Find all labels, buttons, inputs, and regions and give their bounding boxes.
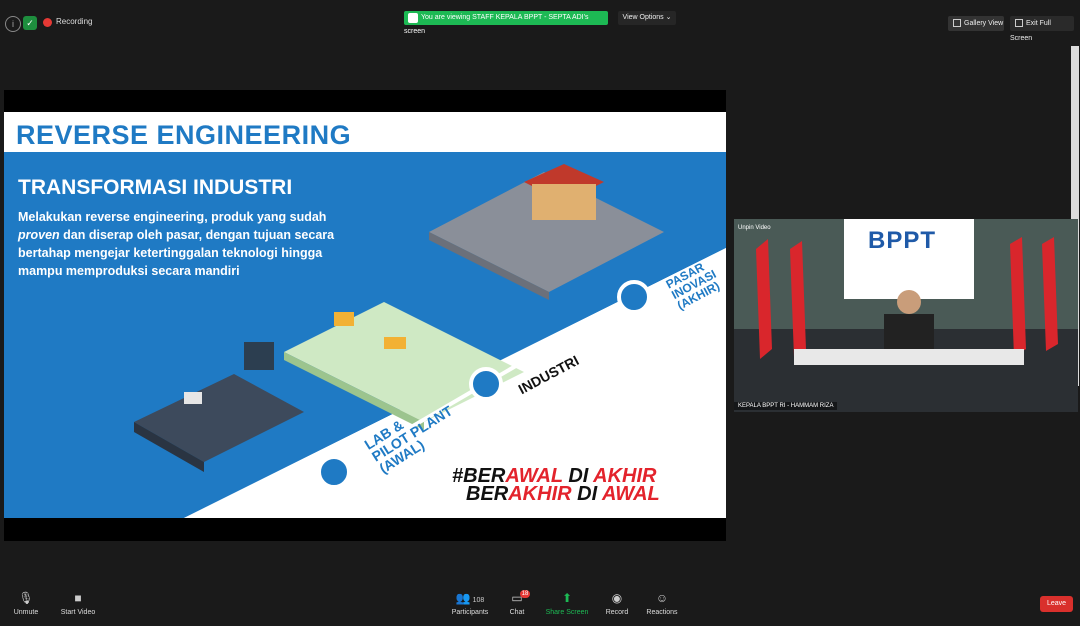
unmute-label: Unmute <box>13 609 39 616</box>
participants-button[interactable]: 👥 108 Participants <box>446 591 494 617</box>
share-icon <box>408 13 418 23</box>
start-video-button[interactable]: ■ Start Video <box>56 591 100 617</box>
shield-icon[interactable]: ✓ <box>23 16 37 30</box>
view-options-button[interactable]: View Options ⌄ <box>618 11 676 25</box>
hashtag-part: DI <box>571 483 602 505</box>
reactions-icon: ☺ <box>655 591 669 605</box>
share-screen-icon: ⬆ <box>561 591 573 605</box>
bppt-logo: BPPT <box>868 227 937 254</box>
presentation-slide: REVERSE ENGINEERING TRANSFORMASI INDUSTR… <box>4 112 726 518</box>
share-screen-button[interactable]: ⬆ Share Screen <box>544 591 590 617</box>
grid-icon <box>953 19 961 28</box>
slide-graphic <box>4 152 726 518</box>
recording-dot-icon <box>43 18 52 27</box>
gallery-view-label: Gallery View <box>964 20 1004 27</box>
slide-subtitle: TRANSFORMASI INDUSTRI <box>18 176 293 199</box>
gallery-view-button[interactable]: Gallery View <box>948 16 1004 31</box>
microphone-muted-icon: 🎙 <box>18 591 34 605</box>
hashtag-part: BER <box>466 483 509 505</box>
record-icon: ◉ <box>611 591 623 605</box>
reactions-button[interactable]: ☺ Reactions <box>644 591 680 617</box>
reactions-label: Reactions <box>646 609 678 616</box>
stage-node-lab <box>317 455 351 489</box>
share-screen-label: Share Screen <box>545 609 589 616</box>
speaker-name-label: KEPALA BPPT RI - HAMMAM RIZA <box>734 402 838 410</box>
bottom-toolbar <box>0 586 1080 626</box>
exit-fullscreen-icon <box>1015 19 1023 28</box>
start-video-label: Start Video <box>60 609 96 616</box>
record-label: Record <box>605 609 629 616</box>
recording-label: Recording <box>56 17 93 26</box>
body-text-emphasis: proven <box>18 228 60 242</box>
stage-node-industri <box>469 367 503 401</box>
info-icon[interactable]: i <box>5 16 21 32</box>
record-button[interactable]: ◉ Record <box>602 591 632 617</box>
unpin-video-button[interactable]: Unpin Video <box>738 225 771 231</box>
chat-label: Chat <box>509 609 525 616</box>
shared-screen: REVERSE ENGINEERING TRANSFORMASI INDUSTR… <box>4 90 726 541</box>
body-text-part: dan diserap oleh pasar, dengan tujuan se… <box>18 228 335 278</box>
body-text-part: Melakukan reverse engineering, produk ya… <box>18 210 327 224</box>
leave-button[interactable]: Leave <box>1040 596 1073 612</box>
video-off-icon: ■ <box>74 591 82 605</box>
participants-label: Participants <box>451 609 489 616</box>
speaker-video[interactable]: BPPT Unpin Video KEPALA BPPT RI - HAMMAM… <box>734 219 1078 412</box>
hashtag-part: AKHIR <box>508 483 572 505</box>
stage-node-pasar <box>617 280 651 314</box>
slide-title: REVERSE ENGINEERING <box>16 120 352 150</box>
hashtag-part: AWAL <box>601 483 660 505</box>
unmute-button[interactable]: 🎙 Unmute <box>8 591 44 617</box>
participants-count: 108 <box>472 597 485 604</box>
slide-body-text: Melakukan reverse engineering, produk ya… <box>18 208 338 280</box>
chat-unread-badge: 18 <box>520 590 530 598</box>
participants-icon: 👥 108 <box>455 591 485 605</box>
exit-fullscreen-button[interactable]: Exit Full Screen <box>1010 16 1074 42</box>
hashtag-slogan: #BERAWAL DI AKHIR BERAKHIR DI AWAL <box>452 466 660 505</box>
screen-share-banner: You are viewing STAFF KEPALA BPPT - SEPT… <box>404 11 608 35</box>
